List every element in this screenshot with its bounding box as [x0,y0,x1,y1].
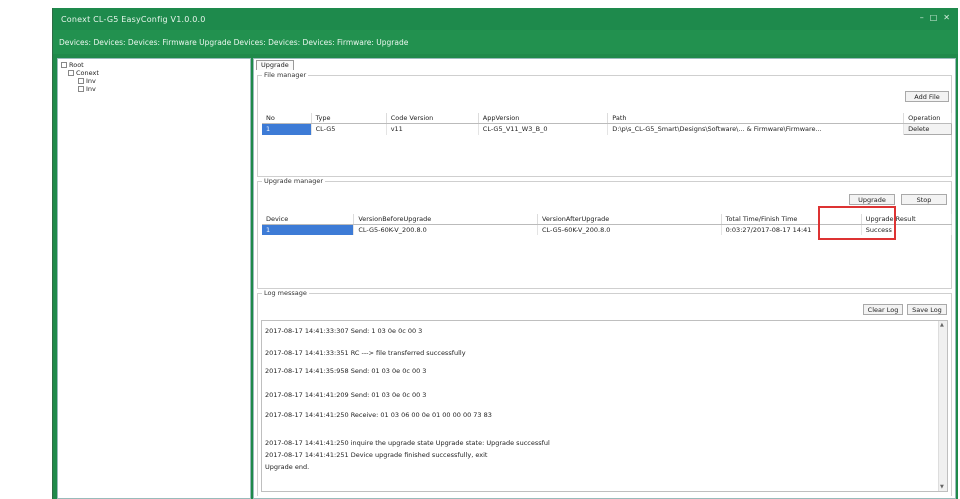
log-line: Upgrade end. [265,463,310,471]
upgrade-manager-title: Upgrade manager [262,177,326,185]
tree-leaf[interactable]: Inv [78,77,96,85]
log-line: 2017-08-17 14:41:41:209 Send: 01 03 0e 0… [265,391,427,399]
minimize-icon[interactable]: – [920,13,924,22]
stop-button[interactable]: Stop [901,194,947,205]
checkbox-icon[interactable] [78,78,84,84]
log-line: 2017-08-17 14:41:41:250 inquire the upgr… [265,439,550,447]
delete-button[interactable]: Delete [903,123,952,135]
tree-leaf[interactable]: Inv [78,85,96,93]
add-file-button[interactable]: Add File [905,91,949,102]
maximize-icon[interactable]: □ [930,13,938,22]
log-line: 2017-08-17 14:41:33:351 RC ---> file tra… [265,349,466,357]
log-line: 2017-08-17 14:41:41:250 Receive: 01 03 0… [265,411,492,419]
file-manager-title: File manager [262,71,309,79]
table-row[interactable]: 1 CL-G5 v11 CL-G5_V11_W3_B_0 D:\p\s_CL-G… [262,123,952,135]
column-header: VersionAfterUpgrade [537,214,722,225]
cell-version-after: CL-G5-60K-V_200.8.0 [537,224,722,235]
log-title: Log message [262,289,309,297]
checkbox-icon[interactable] [78,86,84,92]
cell-code-version: v11 [386,123,479,135]
column-header: Operation [903,113,952,124]
devices-bar-text: Devices: Devices: Devices: Firmware Upgr… [59,37,409,47]
upgrade-manager-group: Upgrade manager Upgrade Stop Device Vers… [257,177,953,289]
scroll-up-icon[interactable]: ▲ [940,322,944,328]
devices-bar: Devices: Devices: Devices: Firmware Upgr… [53,30,958,54]
column-header: No [262,113,312,124]
file-table: No Type Code Version AppVersion Path Ope… [262,113,952,135]
cell-path: D:\p\s_CL-G5_Smart\Designs\Software\... … [607,123,905,135]
upgrade-button[interactable]: Upgrade [849,194,895,205]
tree-node-root[interactable]: Root [61,61,84,69]
main-panel: Upgrade File manager Add File No Type Co… [253,58,956,499]
cell-version-before: CL-G5-60K-V_200.8.0 [353,224,538,235]
column-header: VersionBeforeUpgrade [353,214,538,225]
cell-type: CL-G5 [311,123,387,135]
scroll-down-icon[interactable]: ▼ [940,484,944,490]
column-header: Code Version [386,113,479,124]
column-header: Type [311,113,387,124]
clear-log-button[interactable]: Clear Log [863,304,903,315]
close-icon[interactable]: ✕ [943,13,950,22]
column-header: Device [262,214,355,225]
file-table-header: No Type Code Version AppVersion Path Ope… [262,113,952,124]
window-title: Conext CL-G5 EasyConfig V1.0.0.0 [61,14,206,24]
body-area: Root Conext Inv Inv Upgrade File manager… [53,56,958,499]
log-line: 2017-08-17 14:41:41:251 Device upgrade f… [265,451,488,459]
app-window: Conext CL-G5 EasyConfig V1.0.0.0 – □ ✕ D… [52,8,958,499]
column-header: AppVersion [478,113,609,124]
cell-app-version: CL-G5_V11_W3_B_0 [478,123,609,135]
device-tree: Root Conext Inv Inv [57,58,251,499]
result-highlight-box [818,206,896,240]
expand-icon[interactable] [61,62,67,68]
expand-icon[interactable] [68,70,74,76]
tab-upgrade[interactable]: Upgrade [256,60,294,70]
cell-no: 1 [262,123,312,135]
cell-device: 1 [262,224,355,235]
file-manager-group: File manager Add File No Type Code Versi… [257,71,952,177]
log-group: Log message Clear Log Save Log 2017-08-1… [257,289,952,496]
title-bar: Conext CL-G5 EasyConfig V1.0.0.0 – □ ✕ [53,8,958,30]
log-scrollbar[interactable]: ▲ ▼ [938,321,947,491]
window-controls: – □ ✕ [920,13,950,22]
save-log-button[interactable]: Save Log [907,304,947,315]
log-line: 2017-08-17 14:41:35:958 Send: 01 03 0e 0… [265,367,427,375]
column-header: Path [607,113,905,124]
log-textarea[interactable]: 2017-08-17 14:41:33:307 Send: 1 03 0e 0c… [261,320,948,492]
tree-node-device[interactable]: Conext [68,69,99,77]
log-line: 2017-08-17 14:41:33:307 Send: 1 03 0e 0c… [265,327,423,335]
